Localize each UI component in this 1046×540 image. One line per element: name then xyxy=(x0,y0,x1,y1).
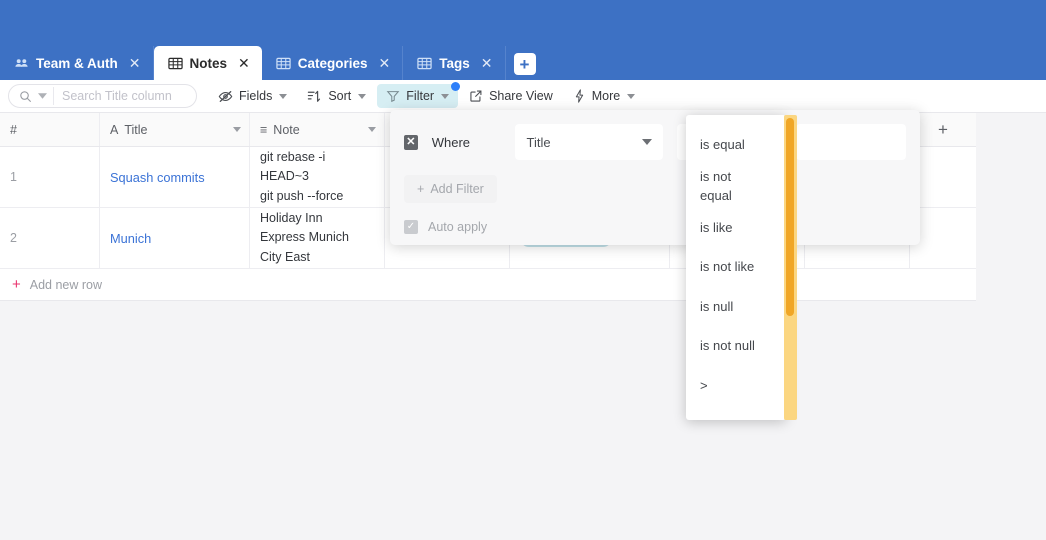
table-icon xyxy=(417,56,432,71)
auto-apply-toggle[interactable]: ✓ Auto apply xyxy=(404,220,906,234)
share-view-label: Share View xyxy=(489,89,553,103)
filter-active-badge xyxy=(451,82,461,91)
chevron-down-icon[interactable] xyxy=(368,127,376,132)
search-icon xyxy=(19,90,32,103)
column-header-note[interactable]: ≡ Note xyxy=(250,113,385,146)
operator-option-is-equal[interactable]: is equal xyxy=(686,119,786,161)
search-box[interactable] xyxy=(8,84,197,108)
lightning-icon xyxy=(573,89,586,103)
table-icon xyxy=(167,56,183,71)
title-cell[interactable]: Munich xyxy=(100,208,250,268)
filter-condition-row: ✕ Where Title xyxy=(404,124,906,160)
operator-dropdown-menu: is equal is not equal is like is not lik… xyxy=(686,115,786,420)
tab-label: Tags xyxy=(439,55,470,71)
dropdown-scrollbar-thumb[interactable] xyxy=(786,118,794,316)
search-scope-caret-icon[interactable] xyxy=(38,93,47,99)
tab-categories[interactable]: Categories ✕ xyxy=(262,46,404,80)
people-icon xyxy=(14,56,29,71)
column-header-label: Note xyxy=(273,122,300,137)
filter-label: Filter xyxy=(406,89,435,103)
column-header-title[interactable]: A Title xyxy=(100,113,250,146)
chevron-down-icon xyxy=(358,93,367,99)
operator-option-is-not-equal[interactable]: is not equal xyxy=(686,161,738,212)
search-divider xyxy=(53,87,54,105)
sort-icon xyxy=(307,89,322,104)
plus-icon: + xyxy=(12,276,21,293)
operator-option-is-null[interactable]: is null xyxy=(686,283,786,323)
chevron-down-icon xyxy=(642,139,653,145)
text-field-icon: A xyxy=(110,122,119,137)
view-toolbar: Fields Sort Filter xyxy=(0,80,1046,113)
column-header-label: Title xyxy=(124,122,148,137)
filter-panel: ✕ Where Title + Add Filter ✓ Auto apply xyxy=(390,110,920,245)
filter-field-value: Title xyxy=(526,134,551,150)
row-number-cell: 1 xyxy=(0,147,100,207)
add-new-row-label: Add new row xyxy=(29,277,103,292)
more-button[interactable]: More xyxy=(564,84,644,108)
close-icon[interactable]: ✕ xyxy=(129,56,141,70)
operator-option-is-not-null[interactable]: is not null xyxy=(686,322,786,362)
close-icon[interactable]: ✕ xyxy=(481,56,493,70)
close-icon[interactable]: ✕ xyxy=(238,56,250,70)
operator-option-is-like[interactable]: is like xyxy=(686,212,786,244)
chevron-down-icon xyxy=(627,93,636,99)
add-new-row-button[interactable]: + Add new row xyxy=(0,269,976,301)
operator-option-is-not-like[interactable]: is not like xyxy=(686,243,786,283)
external-link-icon xyxy=(469,89,483,103)
sort-button[interactable]: Sort xyxy=(298,84,375,108)
column-header-label: # xyxy=(10,122,17,137)
column-header-num[interactable]: # xyxy=(0,113,100,146)
fields-label: Fields xyxy=(239,89,273,103)
note-cell[interactable]: git rebase -i HEAD~3 git push --force xyxy=(250,147,385,207)
add-filter-label: Add Filter xyxy=(430,182,484,196)
auto-apply-label: Auto apply xyxy=(428,220,488,234)
tab-label: Team & Auth xyxy=(36,55,118,71)
row-number: 1 xyxy=(10,170,17,184)
checkbox-icon[interactable]: ✓ xyxy=(404,220,418,234)
search-input[interactable] xyxy=(62,89,190,103)
top-bar: Team & Auth ✕ Notes ✕ Categories ✕ Tags … xyxy=(0,0,1046,80)
filter-value-input[interactable] xyxy=(795,124,906,160)
filter-button[interactable]: Filter xyxy=(377,82,461,108)
table-icon xyxy=(276,56,291,71)
chevron-down-icon[interactable] xyxy=(233,127,241,132)
chevron-down-icon xyxy=(441,93,450,99)
tab-tags[interactable]: Tags ✕ xyxy=(403,46,506,80)
title-value: Squash commits xyxy=(110,169,205,185)
sort-label: Sort xyxy=(328,89,352,103)
app-root: Team & Auth ✕ Notes ✕ Categories ✕ Tags … xyxy=(0,0,1046,540)
add-tab-button[interactable]: + xyxy=(513,53,536,75)
delete-filter-button[interactable]: ✕ xyxy=(404,134,418,150)
chevron-down-icon xyxy=(279,93,288,99)
note-value: Holiday Inn Express Munich City East xyxy=(260,210,349,264)
tab-notes[interactable]: Notes ✕ xyxy=(153,46,262,80)
title-value: Munich xyxy=(110,230,152,246)
plus-icon: + xyxy=(417,182,425,196)
row-number: 2 xyxy=(10,231,17,245)
close-icon[interactable]: ✕ xyxy=(379,56,391,70)
filter-field-select[interactable]: Title xyxy=(514,124,664,160)
row-number-cell: 2 xyxy=(0,208,100,268)
share-view-button[interactable]: Share View xyxy=(460,84,562,108)
tab-label: Categories xyxy=(297,55,368,71)
note-cell[interactable]: Holiday Inn Express Munich City East xyxy=(250,208,385,268)
long-text-field-icon: ≡ xyxy=(260,122,268,137)
eye-off-icon xyxy=(218,89,233,104)
note-value: git rebase -i HEAD~3 git push --force xyxy=(260,149,344,203)
operator-option-greater-than[interactable]: > xyxy=(686,362,786,402)
tab-label: Notes xyxy=(189,55,228,71)
filter-icon xyxy=(386,89,400,103)
add-filter-button[interactable]: + Add Filter xyxy=(404,175,497,203)
fields-button[interactable]: Fields xyxy=(209,84,296,108)
tab-strip: Team & Auth ✕ Notes ✕ Categories ✕ Tags … xyxy=(0,46,536,80)
title-cell[interactable]: Squash commits xyxy=(100,147,250,207)
tab-team-auth[interactable]: Team & Auth ✕ xyxy=(0,46,154,80)
where-label: Where xyxy=(431,134,471,150)
more-label: More xyxy=(591,89,621,103)
